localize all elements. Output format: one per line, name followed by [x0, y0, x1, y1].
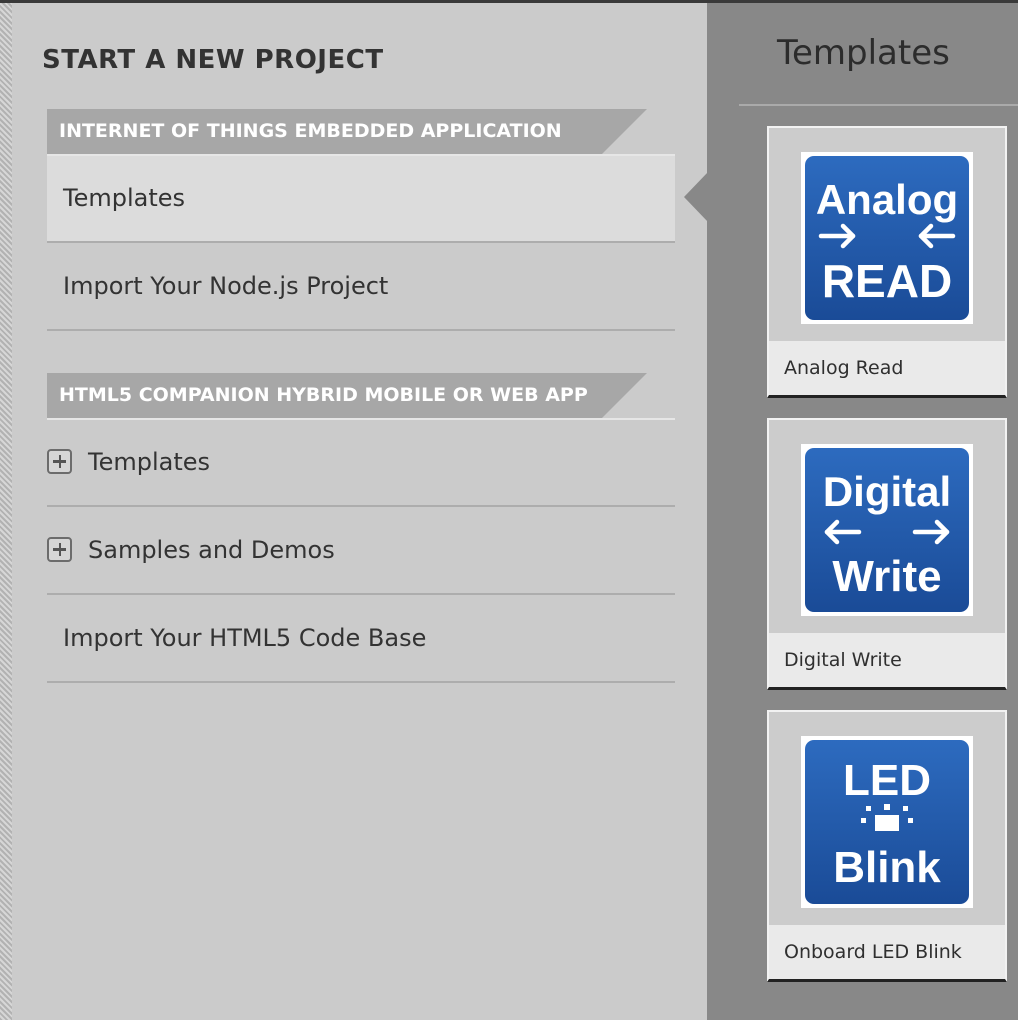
nav-item-iot-templates[interactable]: Templates [47, 156, 675, 243]
nav-item-import-html5[interactable]: Import Your HTML5 Code Base [47, 596, 675, 683]
nav-item-label: Import Your HTML5 Code Base [63, 624, 427, 652]
nav-item-samples-demos[interactable]: Samples and Demos [47, 508, 675, 595]
templates-panel: Templates Analog READ Analog Read Digita… [707, 3, 1018, 1020]
card-label: Onboard LED Blink [769, 925, 1005, 979]
template-card-analog-read[interactable]: Analog READ Analog Read [767, 126, 1007, 398]
title-divider [739, 104, 1018, 106]
page-title: START A NEW PROJECT [42, 45, 384, 75]
led-light-icon [861, 804, 913, 831]
icon-bottom-text: READ [822, 255, 952, 307]
project-type-panel: START A NEW PROJECT INTERNET OF THINGS E… [12, 3, 707, 1020]
plus-box-icon[interactable] [47, 536, 72, 562]
icon-top-text: LED [843, 756, 931, 805]
plus-box-icon[interactable] [47, 448, 72, 474]
nav-item-label: Templates [88, 448, 211, 476]
card-thumbnail: Digital Write [801, 444, 973, 616]
icon-top-text: Digital [823, 468, 951, 515]
digital-write-icon: Digital Write [805, 448, 969, 612]
inward-arrows-icon [818, 223, 956, 249]
nav-item-label: Templates [63, 184, 186, 212]
icon-bottom-text: Blink [833, 843, 941, 892]
section-header-iot: INTERNET OF THINGS EMBEDDED APPLICATION [47, 109, 647, 154]
icon-top-text: Analog [816, 176, 958, 223]
templates-panel-title: Templates [777, 33, 950, 73]
outward-arrows-icon [824, 519, 950, 545]
selection-pointer-arrow [684, 172, 708, 222]
card-label: Analog Read [769, 341, 1005, 395]
nav-item-import-nodejs[interactable]: Import Your Node.js Project [47, 244, 675, 331]
icon-bottom-text: Write [832, 552, 941, 601]
template-card-digital-write[interactable]: Digital Write Digital Write [767, 418, 1007, 690]
led-blink-icon: LED Blink [805, 740, 969, 904]
nav-item-label: Samples and Demos [88, 536, 335, 564]
left-edge-hatch [0, 3, 12, 1020]
card-thumbnail: Analog READ [801, 152, 973, 324]
nav-item-label: Import Your Node.js Project [63, 272, 389, 300]
template-card-led-blink[interactable]: LED Blink Onboard LED Blink [767, 710, 1007, 982]
section-header-html5: HTML5 COMPANION HYBRID MOBILE OR WEB APP [47, 373, 647, 418]
card-label: Digital Write [769, 633, 1005, 687]
card-thumbnail: LED Blink [801, 736, 973, 908]
analog-read-icon: Analog READ [805, 156, 969, 320]
nav-item-html5-templates[interactable]: Templates [47, 420, 675, 507]
